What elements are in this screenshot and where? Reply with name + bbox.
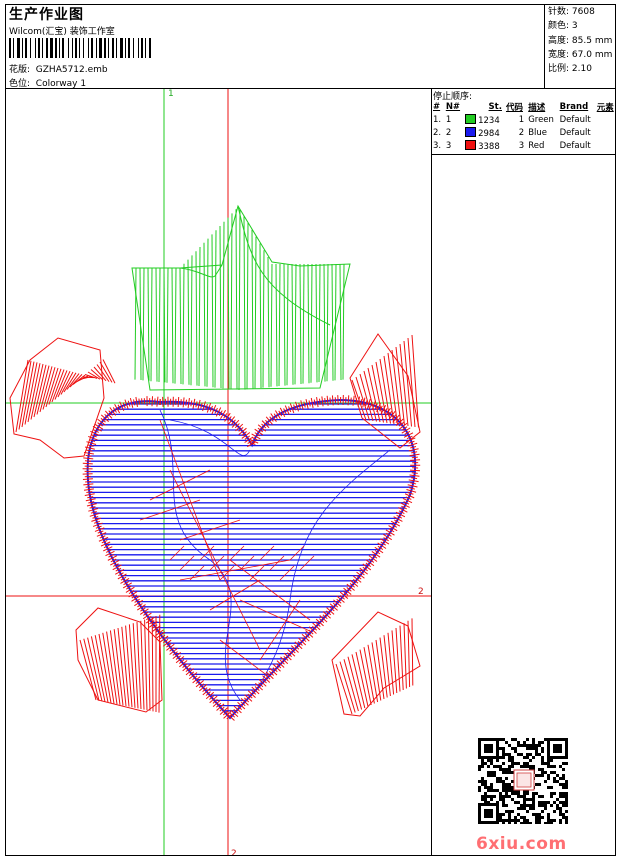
- row-code: 2: [518, 127, 525, 138]
- colorway-value: Colorway 1: [35, 79, 87, 89]
- row-brand: Default: [559, 127, 591, 138]
- file-line: 花版: GZHA5712.emb: [9, 62, 108, 75]
- stat-label: 针数:: [548, 7, 570, 17]
- stat-scale: 比例: 2.10: [548, 62, 612, 76]
- row-needle: 3: [445, 140, 452, 151]
- stat-height: 高度: 85.5 mm: [548, 34, 612, 48]
- row-stitch-count: 3388: [478, 141, 500, 152]
- barcode-icon: [9, 38, 151, 58]
- row-desc: Blue: [528, 127, 547, 138]
- stats-divider: [544, 4, 545, 88]
- row-code: 1: [518, 114, 525, 125]
- stat-value: 7608: [571, 7, 595, 17]
- row-desc: Green: [528, 114, 554, 125]
- file-name: GZHA5712.emb: [35, 65, 108, 75]
- row-needle: 1: [445, 114, 452, 125]
- color-swatch: [465, 126, 477, 137]
- stat-width: 宽度: 67.0 mm: [548, 48, 612, 62]
- col-header: #: [433, 101, 441, 112]
- stat-value: 85.5 mm: [571, 35, 613, 46]
- row-index: 3.: [433, 140, 442, 151]
- row-stitch-count: 1234: [478, 115, 500, 126]
- row-element: [595, 113, 617, 126]
- blue-fill-stitches: [87, 403, 416, 717]
- row-needle: 2: [445, 127, 452, 138]
- stat-label: 比例:: [548, 64, 570, 75]
- row-stitch-count: 2984: [478, 128, 500, 139]
- row-code: 3: [518, 140, 525, 151]
- stat-value: 3: [571, 21, 578, 32]
- row-element: [595, 126, 617, 139]
- stat-colors: 颜色: 3: [548, 19, 612, 33]
- table-header-row: # N# St. 代码 描述 Brand 元素: [431, 100, 617, 113]
- table-row: 1. 1 1234 1 Green Default: [431, 113, 617, 126]
- col-header: St.: [488, 101, 502, 112]
- col-header: N#: [445, 101, 461, 112]
- row-brand: Default: [559, 140, 591, 151]
- table-row: 3. 3 3388 3 Red Default: [431, 139, 617, 152]
- col-header: Brand: [559, 101, 589, 112]
- stat-label: 宽度:: [548, 49, 570, 60]
- row-brand: Default: [559, 114, 591, 125]
- col-header: 描述: [528, 102, 546, 113]
- red-satin-border: [82, 395, 421, 721]
- row-stitches: 2984: [463, 126, 504, 139]
- col-header: 代码: [505, 102, 523, 113]
- table-row: 2. 2 2984 2 Blue Default: [431, 126, 617, 139]
- colorway-label: 色位:: [9, 79, 31, 89]
- colorway-line: 色位: Colorway 1: [9, 76, 86, 89]
- col-header: 元素: [596, 102, 614, 113]
- red-v-axis-label: 2: [231, 849, 237, 855]
- qr-code-icon: [478, 738, 568, 824]
- stop-table-bottom: [431, 154, 616, 155]
- stat-label: 高度:: [548, 35, 570, 46]
- row-index: 2.: [433, 127, 442, 138]
- stat-value: 67.0 mm: [571, 49, 613, 60]
- row-element: [595, 139, 617, 152]
- panel-divider: [431, 88, 432, 856]
- row-stitches: 3388: [463, 139, 504, 152]
- row-index: 1.: [433, 114, 442, 125]
- file-label: 花版:: [9, 65, 31, 75]
- row-desc: Red: [528, 140, 545, 151]
- green-axis-label: 1: [168, 89, 174, 99]
- row-stitches: 1234: [463, 113, 504, 126]
- embroidery-design-canvas: 1 2 2: [6, 89, 431, 855]
- stats-panel: 针数: 7608 颜色: 3 高度: 85.5 mm 宽度: 67.0 mm 比…: [548, 5, 612, 76]
- watermark-text: 6xiu.com: [476, 834, 567, 854]
- stop-sequence-table: # N# St. 代码 描述 Brand 元素 1. 1 1234 1 Gree…: [431, 100, 617, 152]
- page-title: 生产作业图: [9, 7, 84, 23]
- green-crown: [131, 204, 351, 391]
- company-name: Wilcom(汇宝) 装饰工作室: [9, 27, 115, 37]
- color-swatch: [465, 113, 477, 124]
- red-h-axis-label: 2: [418, 587, 424, 597]
- stat-value: 2.10: [571, 64, 592, 75]
- color-swatch: [465, 139, 477, 150]
- stat-stitches: 针数: 7608: [548, 5, 612, 19]
- stat-label: 颜色:: [548, 21, 570, 32]
